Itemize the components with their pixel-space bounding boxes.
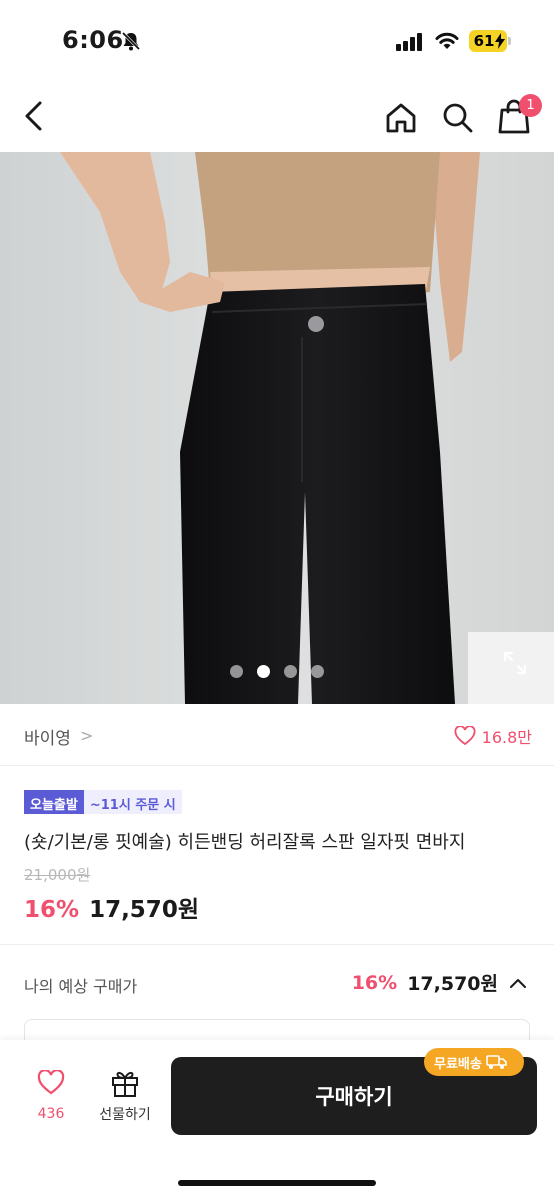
bell-muted-icon [120, 30, 142, 56]
heart-icon [37, 1069, 65, 1095]
estimated-price-label: 나의 예상 구매가 [24, 977, 138, 996]
home-icon[interactable] [383, 100, 419, 136]
home-indicator [178, 1180, 376, 1186]
top-nav-bar [0, 80, 554, 152]
gift-button[interactable]: 선물하기 [92, 1068, 158, 1128]
seller-row[interactable]: 바이영 > 16.8만 [0, 704, 554, 766]
expand-icon[interactable] [502, 650, 528, 676]
like-button[interactable]: 436 [26, 1069, 76, 1130]
truck-icon [486, 1055, 507, 1069]
product-image-gallery[interactable] [0, 152, 554, 704]
seller-name[interactable]: 바이영 [24, 724, 71, 749]
gift-label: 선물하기 [99, 1107, 151, 1123]
search-icon[interactable] [440, 100, 476, 136]
product-photo [0, 152, 554, 704]
charging-bolt-icon [495, 33, 505, 49]
likes-count: 16.8만 [481, 728, 532, 747]
gift-icon [112, 1071, 138, 1097]
chevron-right-icon: > [80, 726, 94, 745]
carousel-dot[interactable] [284, 664, 297, 678]
chevron-up-icon[interactable] [508, 976, 528, 990]
estimated-price-value[interactable]: 16% 17,570원 [352, 969, 528, 996]
discount-rate: 16% [24, 897, 80, 923]
battery-icon: 61 [469, 30, 507, 52]
battery-nub [508, 37, 511, 45]
back-chevron-icon[interactable] [20, 98, 50, 134]
heart-icon [454, 726, 476, 746]
carousel-dot[interactable] [230, 664, 243, 678]
carousel-dot-active[interactable] [257, 664, 270, 678]
free-shipping-badge: 무료배송 [424, 1048, 524, 1076]
today-shipping-badge: 오늘출발 [24, 790, 84, 814]
original-price: 21,000원 [24, 866, 91, 884]
status-time: 6:06 [62, 26, 124, 54]
status-bar: 6:06 61 [0, 0, 554, 80]
delivery-badges: 오늘출발 ~11시 주문 시 [24, 790, 182, 814]
wifi-icon [434, 31, 460, 55]
like-count: 436 [37, 1106, 65, 1122]
price-row: 16% 17,570원 [24, 890, 199, 924]
estimated-price-row[interactable]: 나의 예상 구매가 16% 17,570원 [0, 945, 554, 1019]
order-cutoff-badge: ~11시 주문 시 [83, 790, 182, 814]
cart-count-badge: 1 [519, 94, 542, 117]
carousel-dot[interactable] [311, 664, 324, 678]
sale-price: 17,570원 [89, 897, 199, 923]
free-shipping-label: 무료배송 [434, 1056, 482, 1072]
cellular-signal-icon [396, 33, 424, 55]
carousel-indicator [230, 664, 324, 678]
estimated-price: 17,570원 [407, 973, 498, 995]
seller-likes[interactable]: 16.8만 [454, 724, 532, 748]
product-title: (숏/기본/롱 핏예술) 히든밴딩 허리잘록 스판 일자핏 면바지 [24, 832, 466, 853]
estimated-discount: 16% [351, 971, 398, 994]
